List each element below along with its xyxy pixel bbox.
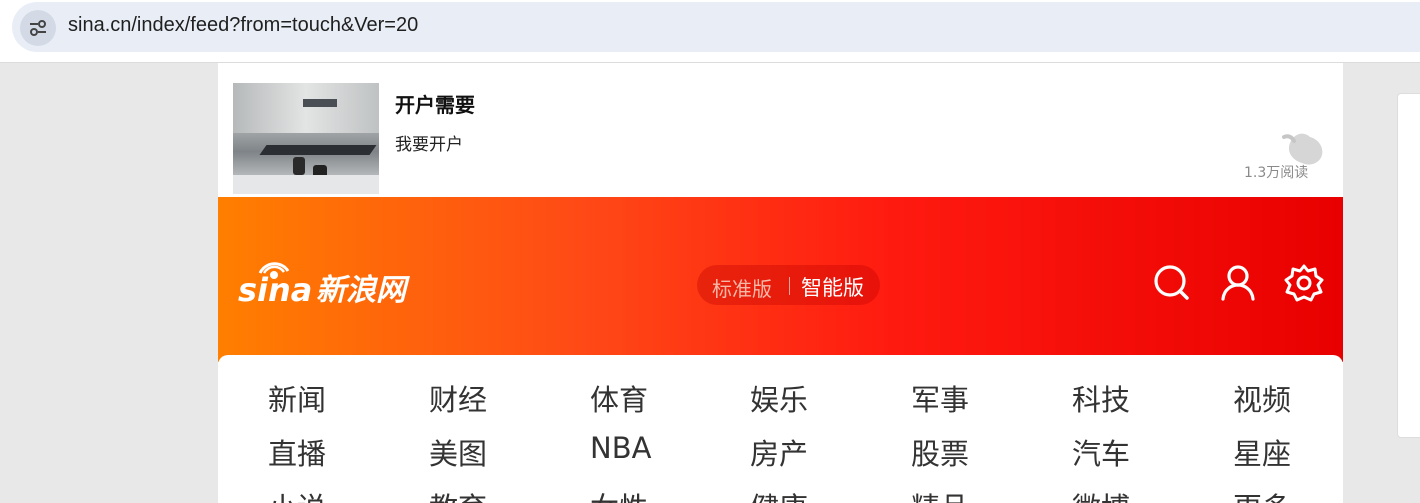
news-title[interactable]: 开户需要 <box>395 89 475 118</box>
nav-item-women[interactable]: 女性 <box>590 485 710 503</box>
url-text[interactable]: sina.cn/index/feed?from=touch&Ver=20 <box>68 14 418 37</box>
site-info-button[interactable] <box>20 10 56 46</box>
nav-item-astrology[interactable]: 星座 <box>1233 431 1343 473</box>
version-switch[interactable]: 标准版 智能版 <box>697 265 880 305</box>
nav-item-tech[interactable]: 科技 <box>1072 377 1192 419</box>
nav-item-weibo[interactable]: 微博 <box>1072 485 1192 503</box>
sina-logo[interactable]: sina 新浪网 <box>238 255 448 309</box>
channel-nav: 新闻 财经 体育 娱乐 军事 科技 视频 直播 美图 NBA 房产 股票 汽车 … <box>218 355 1343 503</box>
nav-item-live[interactable]: 直播 <box>268 431 388 473</box>
switch-divider <box>789 277 790 295</box>
nav-item-nba[interactable]: NBA <box>590 431 710 465</box>
user-icon[interactable] <box>1218 263 1258 303</box>
news-description: 我要开户 <box>395 135 463 155</box>
news-thumbnail[interactable] <box>233 83 379 194</box>
nav-item-stocks[interactable]: 股票 <box>911 431 1031 473</box>
standard-version-tab[interactable]: 标准版 <box>712 273 772 302</box>
nav-item-photos[interactable]: 美图 <box>429 431 549 473</box>
browser-toolbar: sina.cn/index/feed?from=touch&Ver=20 <box>0 0 1420 63</box>
nav-item-auto[interactable]: 汽车 <box>1072 431 1192 473</box>
nav-item-video[interactable]: 视频 <box>1233 377 1343 419</box>
nav-item-premium[interactable]: 精品 <box>911 485 1031 503</box>
nav-item-entertainment[interactable]: 娱乐 <box>750 377 870 419</box>
smart-version-tab[interactable]: 智能版 <box>801 272 864 302</box>
page-content: 开户需要 我要开户 1.3万阅读 sina 新浪网 标准版 智能版 新闻 财经 … <box>218 63 1343 503</box>
nav-item-news[interactable]: 新闻 <box>268 377 388 419</box>
sina-header: sina 新浪网 标准版 智能版 <box>218 197 1343 362</box>
nav-item-military[interactable]: 军事 <box>911 377 1031 419</box>
nav-item-education[interactable]: 教育 <box>429 485 549 503</box>
hand-cursor-icon <box>1282 133 1323 165</box>
search-icon[interactable] <box>1152 263 1192 303</box>
nav-item-health[interactable]: 健康 <box>750 485 870 503</box>
settings-icon[interactable] <box>1284 263 1324 303</box>
nav-item-more[interactable]: 更多 <box>1233 485 1343 503</box>
side-panel-edge <box>1397 93 1420 438</box>
nav-item-finance[interactable]: 财经 <box>429 377 549 419</box>
nav-item-house[interactable]: 房产 <box>750 431 870 473</box>
nav-item-sports[interactable]: 体育 <box>590 377 710 419</box>
logo-text: 新浪网 <box>316 273 410 308</box>
sina-brand-text: sina <box>238 271 312 309</box>
tune-icon <box>30 20 46 36</box>
nav-item-novel[interactable]: 小说 <box>268 485 388 503</box>
